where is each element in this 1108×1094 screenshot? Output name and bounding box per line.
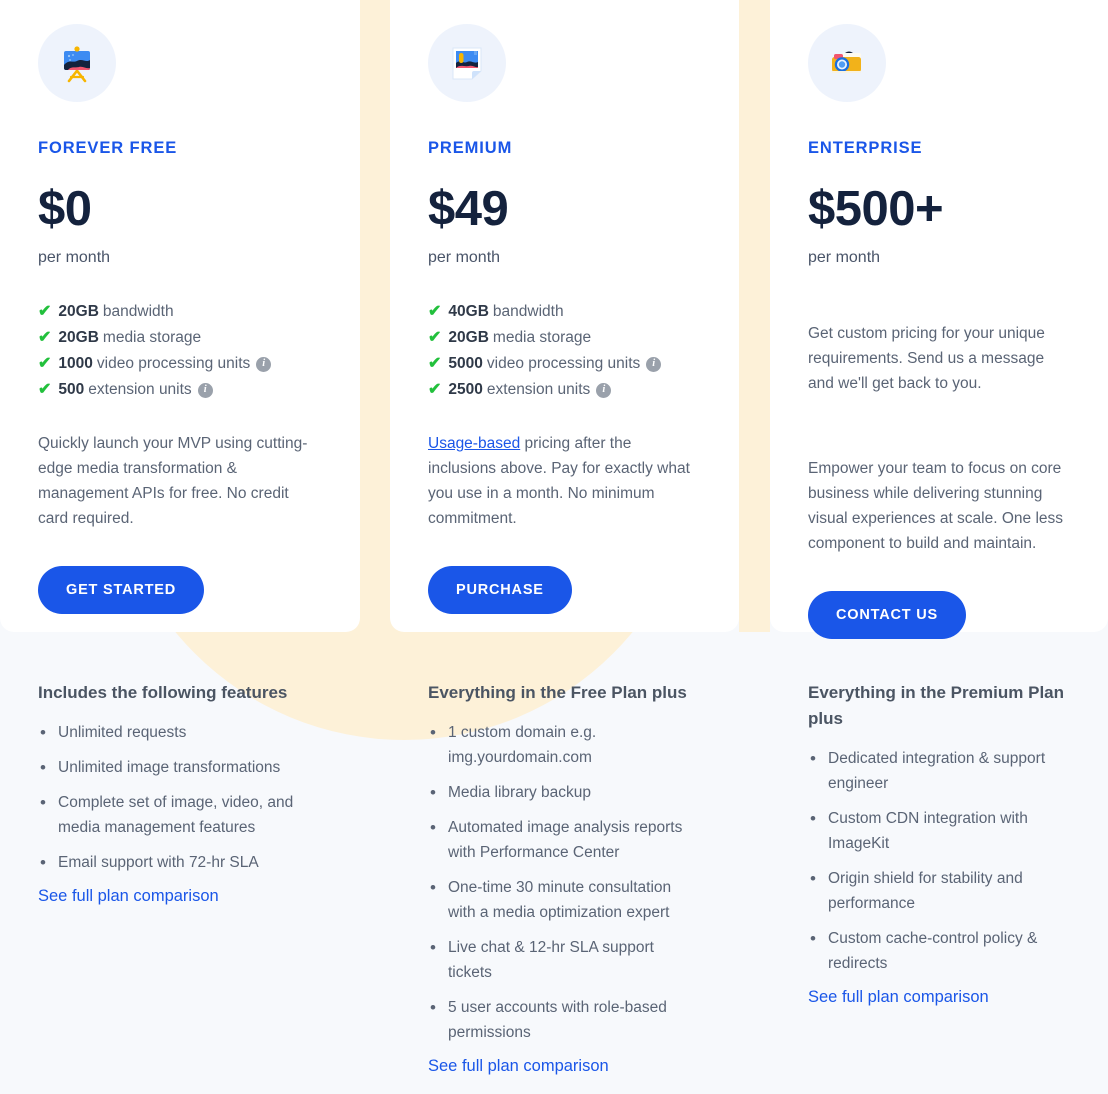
pricing-card-enterprise: ENTERPRISE $500+ per month Get custom pr…	[770, 0, 1108, 639]
plan-description: Quickly launch your MVP using cutting-ed…	[38, 435, 308, 527]
features-list: 1 custom domain e.g. img.yourdomain.com …	[428, 720, 701, 1045]
inclusion-label: extension units	[88, 381, 192, 398]
inclusion-item: ✔ 20GB bandwidth	[38, 299, 322, 325]
info-icon[interactable]: i	[197, 382, 213, 398]
plan-period: per month	[808, 249, 881, 266]
pricing-card-premium: PREMIUM $49 per month ✔ 40GB bandwidth ✔…	[390, 0, 739, 632]
inclusion-value: 20GB	[448, 329, 489, 346]
inclusion-item: ✔ 40GB bandwidth	[428, 299, 701, 325]
list-item: Custom cache-control policy & redirects	[808, 926, 1070, 976]
list-item: One-time 30 minute consultation with a m…	[428, 875, 701, 925]
features-list: Unlimited requests Unlimited image trans…	[38, 720, 322, 875]
list-item: 5 user accounts with role-based permissi…	[428, 995, 701, 1045]
features-column-free: Includes the following features Unlimite…	[0, 680, 360, 1076]
inclusion-item: ✔ 5000 video processing units i	[428, 351, 701, 377]
plan-period: per month	[428, 249, 501, 266]
plan-description: Empower your team to focus on core busin…	[808, 460, 1064, 552]
list-item: Unlimited requests	[38, 720, 322, 745]
list-item: Media library backup	[428, 780, 701, 805]
list-item: Email support with 72-hr SLA	[38, 850, 322, 875]
list-item: Origin shield for stability and performa…	[808, 866, 1070, 916]
features-list: Dedicated integration & support engineer…	[808, 746, 1070, 976]
inclusion-label: extension units	[486, 381, 591, 398]
check-icon: ✔	[38, 381, 52, 398]
inclusion-item: ✔ 2500 extension units i	[428, 377, 701, 403]
inclusion-item: ✔ 1000 video processing units i	[38, 351, 322, 377]
check-icon: ✔	[38, 303, 52, 320]
plan-comparison-link[interactable]: See full plan comparison	[428, 1057, 609, 1076]
inclusion-label: media storage	[492, 329, 592, 346]
photo-icon	[428, 24, 506, 102]
info-icon[interactable]: i	[596, 382, 612, 398]
inclusion-label: video processing units	[486, 355, 641, 372]
plan-comparison-link[interactable]: See full plan comparison	[808, 988, 989, 1007]
info-icon[interactable]: i	[256, 356, 272, 372]
easel-icon	[38, 24, 116, 102]
list-item: Complete set of image, video, and media …	[38, 790, 322, 840]
inclusion-label: video processing units	[96, 355, 251, 372]
info-icon[interactable]: i	[646, 356, 662, 372]
list-item: Unlimited image transformations	[38, 755, 322, 780]
list-item: Automated image analysis reports with Pe…	[428, 815, 701, 865]
pricing-card-forever-free: FOREVER FREE $0 per month ✔ 20GB bandwid…	[0, 0, 360, 632]
features-column-premium: Everything in the Free Plan plus 1 custo…	[390, 680, 739, 1076]
inclusion-label: bandwidth	[102, 303, 174, 320]
inclusion-value: 1000	[58, 355, 93, 372]
plan-price: $500+	[808, 182, 944, 236]
plan-name: FOREVER FREE	[38, 139, 178, 157]
inclusion-value: 20GB	[58, 303, 99, 320]
check-icon: ✔	[428, 303, 442, 320]
inclusion-item: ✔ 20GB media storage	[428, 325, 701, 351]
features-row: Includes the following features Unlimite…	[0, 632, 1108, 1076]
plan-name: PREMIUM	[428, 139, 513, 157]
inclusion-value: 20GB	[58, 329, 99, 346]
plan-period: per month	[38, 249, 111, 266]
purchase-button[interactable]: PURCHASE	[428, 566, 572, 614]
check-icon: ✔	[38, 355, 52, 372]
features-column-enterprise: Everything in the Premium Plan plus Dedi…	[770, 680, 1108, 1076]
inclusion-label: bandwidth	[492, 303, 564, 320]
plan-name: ENTERPRISE	[808, 139, 923, 157]
inclusion-value: 5000	[448, 355, 483, 372]
check-icon: ✔	[38, 329, 52, 346]
camera-icon	[808, 24, 886, 102]
list-item: Dedicated integration & support engineer	[808, 746, 1070, 796]
plan-comparison-link[interactable]: See full plan comparison	[38, 887, 219, 906]
features-title: Includes the following features	[38, 683, 288, 702]
inclusion-list: ✔ 40GB bandwidth ✔ 20GB media storage ✔ …	[428, 299, 701, 403]
check-icon: ✔	[428, 329, 442, 346]
check-icon: ✔	[428, 355, 442, 372]
plan-price: $49	[428, 182, 509, 236]
inclusion-item: ✔ 20GB media storage	[38, 325, 322, 351]
plan-description: Usage-based pricing after the inclusions…	[428, 431, 701, 531]
list-item: Custom CDN integration with ImageKit	[808, 806, 1070, 856]
usage-based-link[interactable]: Usage-based	[428, 435, 520, 452]
list-item: 1 custom domain e.g. img.yourdomain.com	[428, 720, 701, 770]
plan-custom-pricing-text: Get custom pricing for your unique requi…	[808, 325, 1045, 392]
inclusion-item: ✔ 500 extension units i	[38, 377, 322, 403]
inclusion-list: ✔ 20GB bandwidth ✔ 20GB media storage ✔ …	[38, 299, 322, 403]
plan-price: $0	[38, 182, 92, 236]
check-icon: ✔	[428, 381, 442, 398]
features-title: Everything in the Free Plan plus	[428, 683, 687, 702]
inclusion-value: 2500	[448, 381, 483, 398]
list-item: Live chat & 12-hr SLA support tickets	[428, 935, 701, 985]
features-title: Everything in the Premium Plan plus	[808, 683, 1065, 728]
inclusion-value: 500	[58, 381, 85, 398]
inclusion-value: 40GB	[448, 303, 489, 320]
inclusion-label: media storage	[102, 329, 202, 346]
pricing-cards-row: FOREVER FREE $0 per month ✔ 20GB bandwid…	[0, 0, 1108, 639]
get-started-button[interactable]: GET STARTED	[38, 566, 205, 614]
